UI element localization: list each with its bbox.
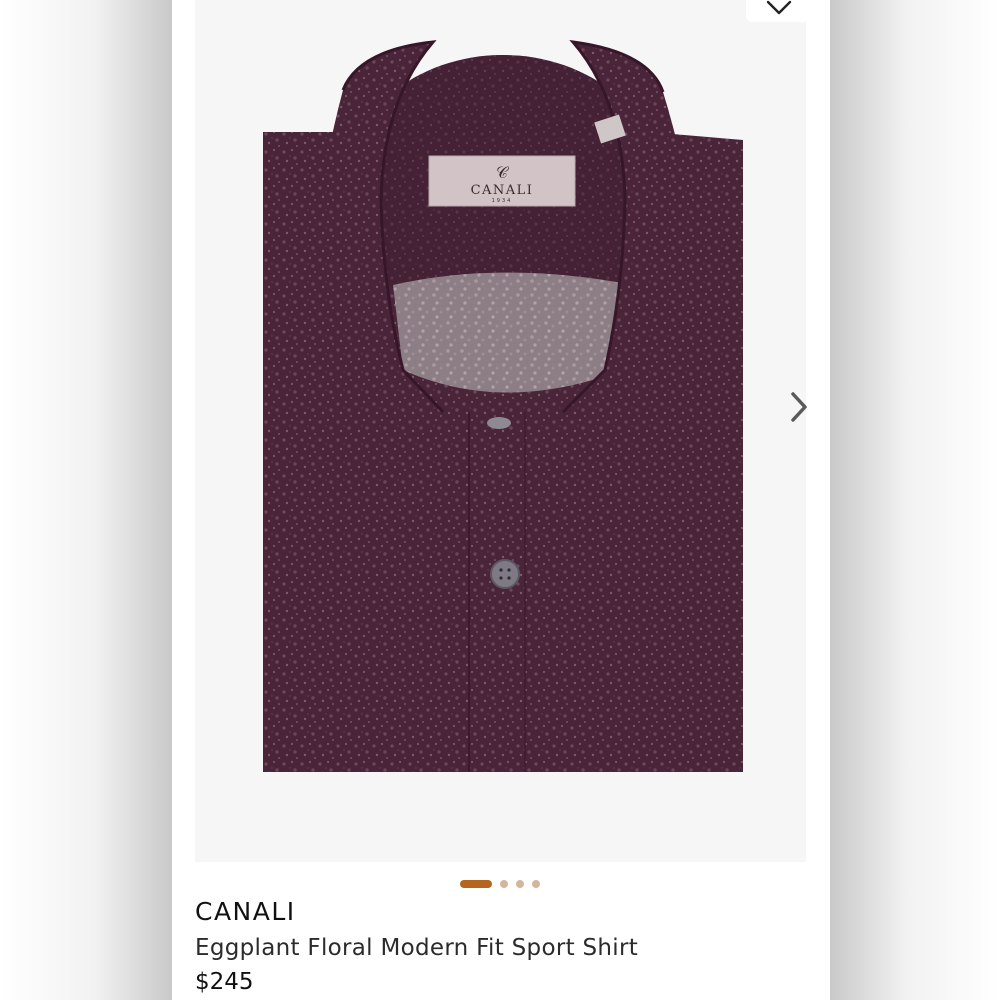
pagination-dot[interactable] xyxy=(516,880,524,888)
label-brand: CANALI xyxy=(471,183,534,198)
next-image-button[interactable] xyxy=(781,385,817,429)
product-brand[interactable]: CANALI xyxy=(195,897,296,926)
pagination-dot-active[interactable] xyxy=(460,880,492,888)
pagination-dot[interactable] xyxy=(532,880,540,888)
label-monogram: 𝒞 xyxy=(496,163,509,182)
chevron-right-icon xyxy=(791,392,807,422)
label-year: 1934 xyxy=(492,198,513,204)
heart-icon xyxy=(766,0,792,15)
background-right xyxy=(830,0,1000,1000)
gallery-pagination xyxy=(460,880,540,888)
product-screen: 𝒞 CANALI 1934 CANALI Eggplant Floral Mod… xyxy=(172,0,830,1000)
pagination-dot[interactable] xyxy=(500,880,508,888)
product-price: $245 xyxy=(195,969,254,995)
background-left xyxy=(0,0,172,1000)
product-gallery[interactable]: 𝒞 CANALI 1934 xyxy=(195,0,812,862)
product-title: Eggplant Floral Modern Fit Sport Shirt xyxy=(195,935,639,961)
product-image: 𝒞 CANALI 1934 xyxy=(263,40,743,772)
wishlist-button[interactable] xyxy=(746,0,812,22)
